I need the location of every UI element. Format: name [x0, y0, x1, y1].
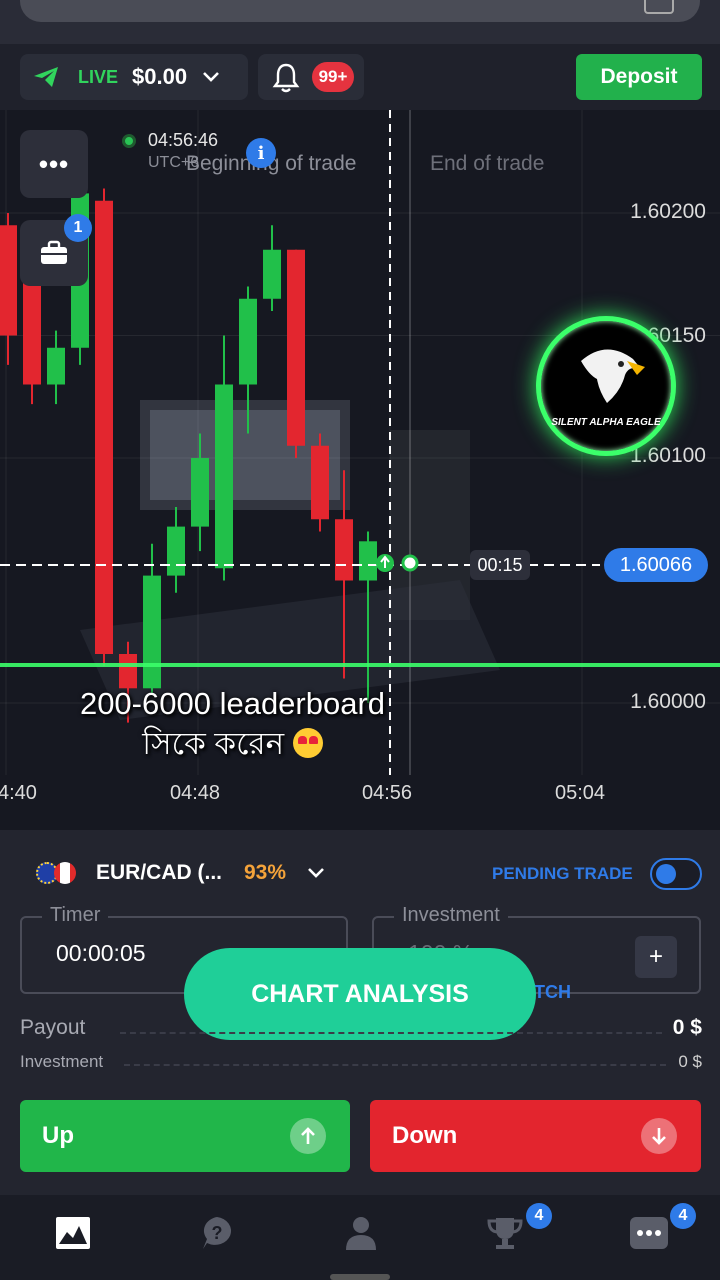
nav-chart[interactable]	[53, 1213, 93, 1253]
video-caption: 200-6000 leaderboard সিকে করেন	[0, 684, 465, 764]
asset-payout-percent: 93%	[244, 861, 287, 884]
expiry-countdown: 00:15	[470, 550, 530, 580]
nav-more[interactable]	[629, 1213, 669, 1253]
asset-name: EUR/CAD (...	[96, 861, 222, 884]
notifications-badge: 99+	[312, 62, 354, 92]
investment-row-label: Investment	[20, 1052, 104, 1071]
tabs-icon[interactable]	[644, 0, 674, 14]
caption-line-1: 200-6000 leaderboard	[79, 686, 386, 721]
logo-text: SILENT ALPHA EAGLE	[551, 417, 661, 428]
trophy-icon	[487, 1218, 523, 1249]
investment-row-value: 0 $	[678, 1052, 702, 1071]
online-status-dot	[122, 134, 136, 148]
asset-selector[interactable]: EUR/CAD (... 93%	[36, 860, 326, 886]
candle-up	[167, 526, 185, 576]
price-tick: 1.60100	[630, 444, 706, 467]
url-bar[interactable]	[20, 0, 700, 22]
candle-up	[191, 458, 209, 527]
timer-value: 00:00:05	[56, 940, 146, 966]
candle-up	[359, 541, 377, 581]
payout-value: 0 $	[672, 1016, 702, 1039]
up-button[interactable]: Up	[20, 1100, 350, 1172]
canada-flag-icon	[54, 862, 76, 884]
candle-down	[95, 200, 113, 654]
down-label: Down	[392, 1122, 458, 1149]
candle-down	[287, 249, 305, 446]
price-chart[interactable]: ••• 1 04:56:46 UTC+6 Beginning of trade …	[0, 110, 720, 830]
deposit-button[interactable]: Deposit	[576, 54, 702, 100]
live-label: LIVE	[78, 66, 119, 87]
help-question-icon: ?	[203, 1217, 232, 1249]
candle-up	[215, 384, 233, 569]
time-tick: 04:48	[170, 782, 221, 804]
eagle-icon	[581, 349, 645, 403]
investment-label: Investment	[394, 904, 508, 927]
chart-image-icon	[56, 1217, 90, 1249]
price-tick: 1.60000	[630, 690, 706, 713]
time-tick: 4:40	[0, 782, 37, 804]
pending-trade-toggle[interactable]	[650, 858, 702, 890]
caption-line-2: সিকে করেন	[142, 726, 285, 761]
candle-up	[239, 298, 257, 385]
bell-icon	[272, 63, 300, 93]
account-selector[interactable]: LIVE $0.00	[20, 54, 248, 100]
time-tick: 05:04	[555, 782, 606, 804]
more-badge: 4	[670, 1203, 696, 1229]
currency-flags	[36, 860, 78, 886]
pending-trade-label: PENDING TRADE	[492, 864, 633, 883]
payout-row: Payout 0 $	[20, 1016, 702, 1044]
nav-profile[interactable]	[341, 1213, 381, 1253]
down-button[interactable]: Down	[370, 1100, 701, 1172]
bottom-navigation: ? 4 4	[0, 1195, 720, 1280]
nav-tournaments[interactable]	[485, 1213, 525, 1253]
investment-row: Investment 0 $	[20, 1052, 702, 1076]
chart-menu-button[interactable]: •••	[20, 130, 88, 198]
candle-down	[0, 225, 17, 336]
svg-text:?: ?	[212, 1223, 223, 1243]
user-icon	[346, 1217, 376, 1250]
up-label: Up	[42, 1122, 74, 1149]
switch-label[interactable]: TCH	[534, 982, 571, 1003]
heart-eyes-emoji-icon	[292, 728, 323, 758]
payout-label: Payout	[20, 1016, 86, 1039]
chevron-down-icon	[308, 868, 324, 878]
candle-down	[311, 445, 329, 520]
status-strip	[0, 0, 720, 44]
info-icon[interactable]: i	[246, 138, 276, 168]
chevron-down-icon	[203, 72, 219, 82]
trade-panel: EUR/CAD (... 93% PENDING TRADE Timer 00:…	[0, 830, 720, 1195]
timer-label: Timer	[42, 904, 109, 927]
candle-up	[263, 249, 281, 299]
time-tick: 04:56	[362, 782, 413, 804]
portfolio-badge: 1	[64, 214, 92, 242]
more-chat-icon	[630, 1217, 668, 1249]
candle-down	[335, 519, 353, 581]
briefcase-icon	[41, 240, 67, 264]
expiry-marker	[401, 554, 419, 572]
channel-logo: SILENT ALPHA EAGLE	[536, 316, 676, 456]
server-time: 04:56:46	[148, 130, 219, 150]
price-tick: 1.60200	[630, 200, 706, 223]
increase-investment-button[interactable]: +	[635, 936, 677, 978]
home-indicator	[330, 1274, 390, 1280]
paper-plane-icon	[34, 67, 58, 87]
account-balance: $0.00	[132, 64, 188, 89]
nav-help[interactable]: ?	[197, 1213, 237, 1253]
candle-up	[143, 575, 161, 689]
current-price-badge: 1.60066	[604, 548, 708, 582]
arrow-down-icon	[641, 1118, 677, 1154]
notifications-button[interactable]: 99+	[258, 54, 364, 100]
arrow-up-icon	[290, 1118, 326, 1154]
header: LIVE $0.00 99+ Deposit	[0, 44, 720, 110]
end-of-trade-label: End of trade	[430, 152, 545, 175]
candle-up	[47, 347, 65, 385]
tournaments-badge: 4	[526, 1203, 552, 1229]
